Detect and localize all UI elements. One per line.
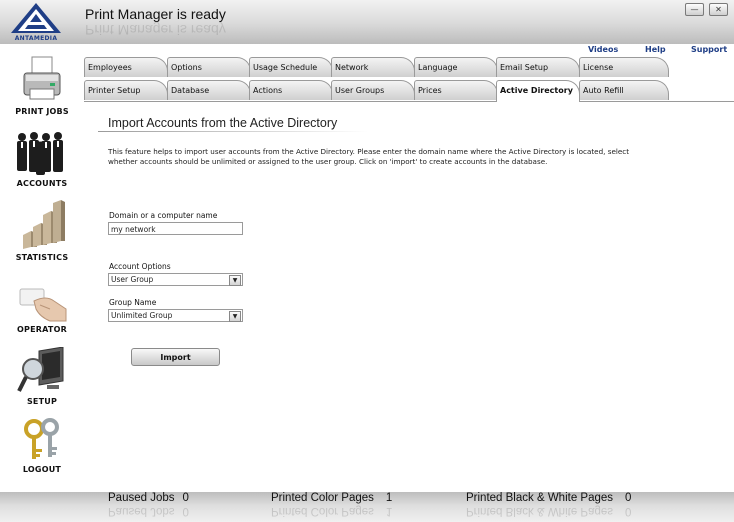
- minimize-icon: —: [690, 5, 699, 14]
- reflection-text: 1: [385, 505, 393, 517]
- reflection-text: Printed Black & White Pages: [466, 505, 614, 517]
- hand-card-icon: [19, 288, 67, 322]
- logo-brand-text: ANTAMEDIA: [14, 35, 58, 42]
- videos-link[interactable]: Videos: [588, 45, 618, 54]
- tab-network[interactable]: Network: [331, 57, 415, 77]
- group-name-value: Unlimited Group: [111, 311, 173, 320]
- account-options-select[interactable]: User Group ▼: [108, 273, 243, 286]
- paused-jobs-label: Paused Jobs: [108, 492, 175, 504]
- description-text: This feature helps to import user accoun…: [108, 147, 630, 166]
- printed-color-reflection: Printed Color Pages 1: [271, 505, 392, 517]
- domain-input[interactable]: my network: [108, 222, 243, 235]
- printer-icon: [23, 56, 61, 100]
- close-button[interactable]: ✕: [709, 3, 728, 16]
- reflection-text: Paused Jobs: [108, 505, 175, 517]
- print-manager-window: ANTAMEDIA Print Manager is ready Print M…: [0, 0, 734, 522]
- tab-license[interactable]: License: [579, 57, 669, 77]
- app-title-reflection: Print Manager is ready: [85, 22, 226, 38]
- printed-color-value: 1: [385, 492, 393, 504]
- import-button[interactable]: Import: [131, 348, 220, 366]
- help-link[interactable]: Help: [645, 45, 666, 54]
- page-title: Import Accounts from the Active Director…: [108, 116, 338, 130]
- app-title: Print Manager is ready: [85, 6, 226, 22]
- status-bar: Paused Jobs 0 Paused Jobs 0 Printed Color …: [0, 492, 734, 522]
- title-underline: [98, 131, 368, 132]
- group-name-select[interactable]: Unlimited Group ▼: [108, 309, 243, 322]
- tab-employees[interactable]: Employees: [84, 57, 168, 77]
- printed-color-label: Printed Color Pages: [271, 492, 374, 504]
- sidebar-item-label: STATISTICS: [15, 253, 69, 262]
- printed-bw-value: 0: [625, 492, 632, 504]
- printed-color-stat: Printed Color Pages 1: [271, 492, 392, 504]
- close-icon: ✕: [715, 5, 722, 14]
- sidebar-item-label: SETUP: [26, 397, 58, 406]
- printed-bw-label: Printed Black & White Pages: [466, 492, 614, 504]
- sidebar-item-label: PRINT JOBS: [15, 107, 69, 116]
- sidebar-item-accounts[interactable]: ACCOUNTS: [0, 131, 84, 188]
- statistics-icon: [23, 200, 65, 249]
- people-icon: [17, 132, 63, 175]
- reflection-text: 0: [625, 505, 632, 517]
- account-options-value: User Group: [111, 275, 154, 284]
- sidebar-item-operator[interactable]: OPERATOR: [0, 287, 84, 334]
- tab-user-groups[interactable]: User Groups: [331, 80, 415, 100]
- group-name-label: Group Name: [109, 298, 157, 307]
- tab-prices[interactable]: Prices: [414, 80, 498, 100]
- sidebar-item-label: OPERATOR: [17, 325, 67, 334]
- support-link[interactable]: Support: [691, 45, 727, 54]
- tab-actions[interactable]: Actions: [249, 80, 333, 100]
- reflection-text: Printed Color Pages: [271, 505, 374, 517]
- tab-usage-schedule[interactable]: Usage Schedule: [249, 57, 333, 77]
- tab-options[interactable]: Options: [167, 57, 251, 77]
- sidebar: PRINT JOBS ACCOUNTS STATISTICS OPERATOR …: [0, 44, 84, 492]
- sidebar-item-statistics[interactable]: STATISTICS: [0, 199, 84, 262]
- tab-divider: [84, 101, 734, 102]
- printed-bw-stat: Printed Black & White Pages 0: [466, 492, 631, 504]
- keys-icon: [24, 418, 59, 459]
- paused-jobs-value: 0: [182, 492, 189, 504]
- antamedia-logo: ANTAMEDIA: [9, 2, 63, 42]
- header-bar: ANTAMEDIA Print Manager is ready Print M…: [0, 0, 734, 44]
- chevron-down-icon[interactable]: ▼: [229, 311, 241, 322]
- tab-printer-setup[interactable]: Printer Setup: [84, 80, 168, 100]
- tab-email-setup[interactable]: Email Setup: [496, 57, 580, 77]
- printed-bw-reflection: Printed Black & White Pages 0: [466, 505, 631, 517]
- chevron-down-icon[interactable]: ▼: [229, 275, 241, 286]
- sidebar-item-setup[interactable]: SETUP: [0, 347, 84, 406]
- minimize-button[interactable]: —: [685, 3, 704, 16]
- sidebar-item-print-jobs[interactable]: PRINT JOBS: [0, 55, 84, 116]
- tab-active-directory[interactable]: Active Directory: [496, 80, 580, 102]
- paused-jobs-reflection: Paused Jobs 0: [108, 505, 189, 517]
- sidebar-item-label: ACCOUNTS: [16, 179, 68, 188]
- account-options-label: Account Options: [109, 262, 171, 271]
- reflection-text: 0: [182, 505, 189, 517]
- tab-language[interactable]: Language: [414, 57, 498, 77]
- monitor-magnifier-icon: [17, 347, 64, 392]
- domain-label: Domain or a computer name: [109, 211, 218, 220]
- paused-jobs-stat: Paused Jobs 0: [108, 492, 189, 504]
- tab-auto-refill[interactable]: Auto Refill: [579, 80, 669, 100]
- logo-icon: [11, 3, 61, 33]
- tab-database[interactable]: Database: [167, 80, 251, 100]
- sidebar-item-label: LOGOUT: [22, 465, 62, 474]
- sidebar-item-logout[interactable]: LOGOUT: [0, 417, 84, 474]
